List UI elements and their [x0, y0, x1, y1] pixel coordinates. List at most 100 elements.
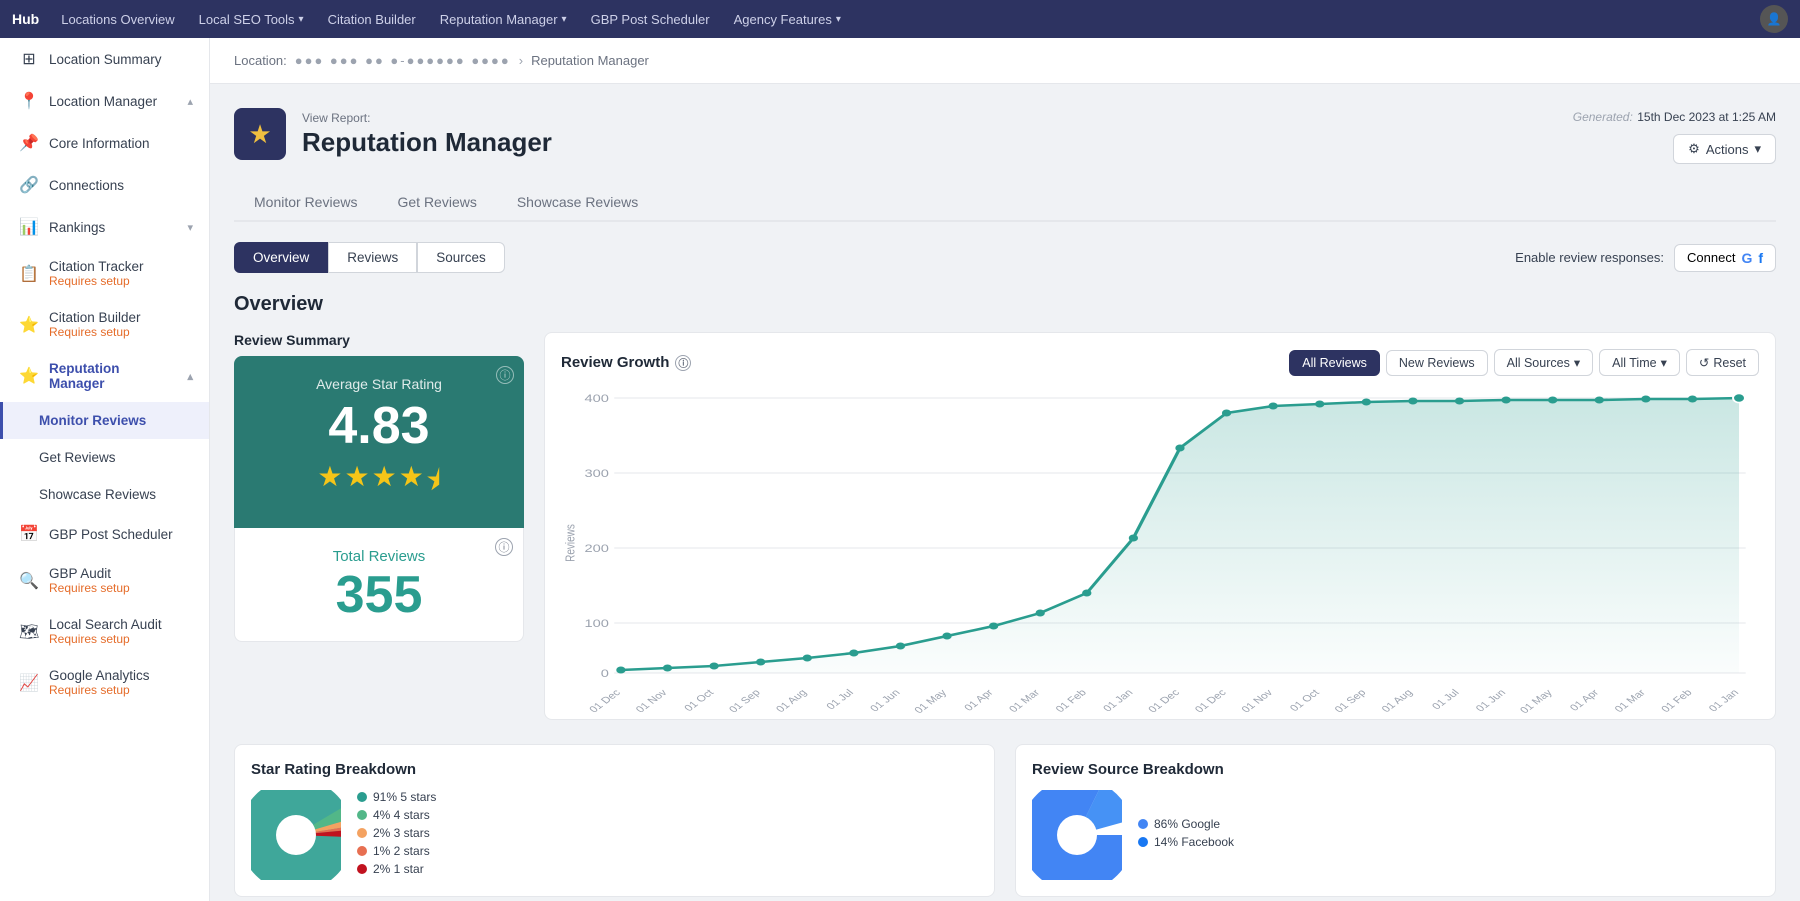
- star-1: ★: [317, 460, 342, 508]
- actions-button[interactable]: ⚙ Actions ▾: [1673, 134, 1776, 164]
- sidebar-item-location-summary[interactable]: ⊞ Location Summary: [0, 38, 209, 80]
- reputation-icon: ⭐: [19, 366, 39, 386]
- legend-facebook: 14% Facebook: [1138, 835, 1234, 849]
- generated-label: Generated:: [1573, 110, 1633, 124]
- svg-text:01 Dec: 01 Dec: [1193, 687, 1230, 715]
- user-menu[interactable]: 👤: [1760, 5, 1788, 33]
- review-source-breakdown: Review Source Breakdown 86% Google 14% F…: [1015, 744, 1776, 897]
- star-row: ★ ★ ★ ★ ⯨: [254, 460, 504, 508]
- svg-text:01 Sep: 01 Sep: [1332, 688, 1368, 715]
- chevron-down-icon: ▾: [1661, 355, 1667, 370]
- calendar-icon: 📅: [19, 524, 39, 544]
- inner-tabs: Overview Reviews Sources: [234, 242, 505, 273]
- gear-icon: ⚙: [1688, 141, 1700, 157]
- legend-dot: [357, 792, 367, 802]
- svg-text:01 Apr: 01 Apr: [962, 687, 996, 713]
- nav-agency-features[interactable]: Agency Features ▾: [724, 8, 851, 31]
- svg-text:01 Jul: 01 Jul: [824, 688, 856, 712]
- chevron-down-icon: ▾: [836, 14, 841, 25]
- tab-overview[interactable]: Overview: [234, 242, 328, 273]
- growth-chart-svg: 400 300 200 100 0 Reviews: [561, 388, 1759, 698]
- connect-button[interactable]: Connect G f: [1674, 244, 1776, 272]
- nav-reputation-manager[interactable]: Reputation Manager ▾: [430, 8, 577, 31]
- tab-get-reviews[interactable]: Get Reviews: [377, 184, 496, 222]
- view-report-label: View Report:: [302, 111, 552, 125]
- growth-title: Review Growth ⓘ: [561, 354, 691, 371]
- generated-date: 15th Dec 2023 at 1:25 AM: [1637, 110, 1776, 124]
- nav-gbp-post-scheduler[interactable]: GBP Post Scheduler: [581, 8, 720, 31]
- legend-4-stars: 4% 4 stars: [357, 808, 436, 822]
- star-rating-content: 91% 5 stars 4% 4 stars 2% 3 stars 1% 2 s…: [251, 790, 978, 880]
- svg-text:01 Feb: 01 Feb: [1659, 688, 1695, 715]
- overview-section-title: Overview: [234, 293, 1776, 316]
- sidebar: ⊞ Location Summary 📍 Location Manager ▴ …: [0, 38, 210, 901]
- all-reviews-button[interactable]: All Reviews: [1289, 350, 1380, 376]
- legend-dot: [1138, 819, 1148, 829]
- source-breakdown-title: Review Source Breakdown: [1032, 761, 1759, 778]
- svg-text:01 Jun: 01 Jun: [1473, 688, 1508, 714]
- sidebar-item-reputation-manager[interactable]: ⭐ Reputation Manager ▴: [0, 350, 209, 402]
- breadcrumb-separator: ›: [519, 53, 523, 68]
- sidebar-item-monitor-reviews[interactable]: Monitor Reviews: [0, 402, 209, 439]
- sidebar-item-gbp-audit[interactable]: 🔍 GBP Audit Requires setup: [0, 555, 209, 606]
- tab-monitor-reviews[interactable]: Monitor Reviews: [234, 184, 377, 222]
- chevron-down-icon: ▾: [187, 221, 193, 234]
- total-reviews-value: 355: [255, 569, 503, 621]
- svg-text:01 Dec: 01 Dec: [587, 687, 624, 715]
- search-icon: 🔍: [19, 571, 39, 591]
- sidebar-item-citation-builder[interactable]: ⭐ Citation Builder Requires setup: [0, 299, 209, 350]
- source-breakdown-pie: [1032, 790, 1122, 880]
- svg-text:300: 300: [585, 467, 609, 480]
- info-button[interactable]: ⓘ: [496, 366, 514, 384]
- star-5-half: ⯨: [426, 460, 441, 508]
- sidebar-item-get-reviews[interactable]: Get Reviews: [0, 439, 209, 476]
- new-reviews-button[interactable]: New Reviews: [1386, 350, 1488, 376]
- svg-text:01 Mar: 01 Mar: [1007, 687, 1043, 714]
- nav-locations-overview[interactable]: Locations Overview: [51, 8, 184, 31]
- tab-reviews[interactable]: Reviews: [328, 242, 417, 273]
- svg-text:01 Sep: 01 Sep: [727, 688, 763, 715]
- all-time-dropdown[interactable]: All Time ▾: [1599, 349, 1680, 376]
- link-icon: 🔗: [19, 175, 39, 195]
- svg-text:Reviews: Reviews: [563, 524, 578, 562]
- growth-chart: 400 300 200 100 0 Reviews: [561, 388, 1759, 703]
- summary-cards: ⓘ Average Star Rating 4.83 ★ ★ ★ ★ ⯨ ⓘ T…: [234, 356, 524, 642]
- all-sources-dropdown[interactable]: All Sources ▾: [1494, 349, 1594, 376]
- svg-text:01 Nov: 01 Nov: [1239, 687, 1276, 715]
- breadcrumb-location-value: ●●● ●●● ●● ●-●●●●●● ●●●●: [295, 53, 511, 68]
- sidebar-item-citation-tracker[interactable]: 📋 Citation Tracker Requires setup: [0, 248, 209, 299]
- nav-citation-builder[interactable]: Citation Builder: [318, 8, 426, 31]
- tab-sources[interactable]: Sources: [417, 242, 505, 273]
- reset-button[interactable]: ↺ Reset: [1686, 349, 1759, 376]
- google-icon: G: [1741, 250, 1752, 266]
- sidebar-item-core-information[interactable]: 📌 Core Information: [0, 122, 209, 164]
- avatar[interactable]: 👤: [1760, 5, 1788, 33]
- tab-showcase-reviews[interactable]: Showcase Reviews: [497, 184, 658, 222]
- sidebar-item-google-analytics[interactable]: 📈 Google Analytics Requires setup: [0, 657, 209, 708]
- brand-label[interactable]: Hub: [12, 11, 39, 27]
- legend-1-star: 2% 1 star: [357, 862, 436, 876]
- info-button[interactable]: ⓘ: [495, 538, 513, 556]
- chart-icon: 📊: [19, 217, 39, 237]
- sidebar-item-connections[interactable]: 🔗 Connections: [0, 164, 209, 206]
- svg-text:01 May: 01 May: [1518, 687, 1556, 715]
- chevron-down-icon: ▾: [299, 14, 304, 25]
- chevron-down-icon: ▾: [1574, 355, 1580, 370]
- sidebar-item-gbp-post-scheduler[interactable]: 📅 GBP Post Scheduler: [0, 513, 209, 555]
- star-4: ★: [399, 460, 424, 508]
- svg-text:01 Feb: 01 Feb: [1053, 688, 1089, 715]
- review-summary-title: Review Summary: [234, 332, 524, 348]
- sidebar-item-location-manager[interactable]: 📍 Location Manager ▴: [0, 80, 209, 122]
- star-rating-title: Star Rating Breakdown: [251, 761, 978, 778]
- star-2: ★: [344, 460, 369, 508]
- reset-icon: ↺: [1699, 355, 1709, 370]
- sidebar-item-local-search-audit[interactable]: 🗺 Local Search Audit Requires setup: [0, 606, 209, 657]
- review-summary-section: Review Summary ⓘ Average Star Rating 4.8…: [234, 332, 524, 720]
- info-icon[interactable]: ⓘ: [675, 355, 691, 371]
- review-growth-panel: Review Growth ⓘ All Reviews New Reviews …: [544, 332, 1776, 720]
- avg-star-value: 4.83: [254, 400, 504, 452]
- reputation-manager-icon: ★: [234, 108, 286, 160]
- sidebar-item-rankings[interactable]: 📊 Rankings ▾: [0, 206, 209, 248]
- sidebar-item-showcase-reviews[interactable]: Showcase Reviews: [0, 476, 209, 513]
- nav-local-seo-tools[interactable]: Local SEO Tools ▾: [189, 8, 314, 31]
